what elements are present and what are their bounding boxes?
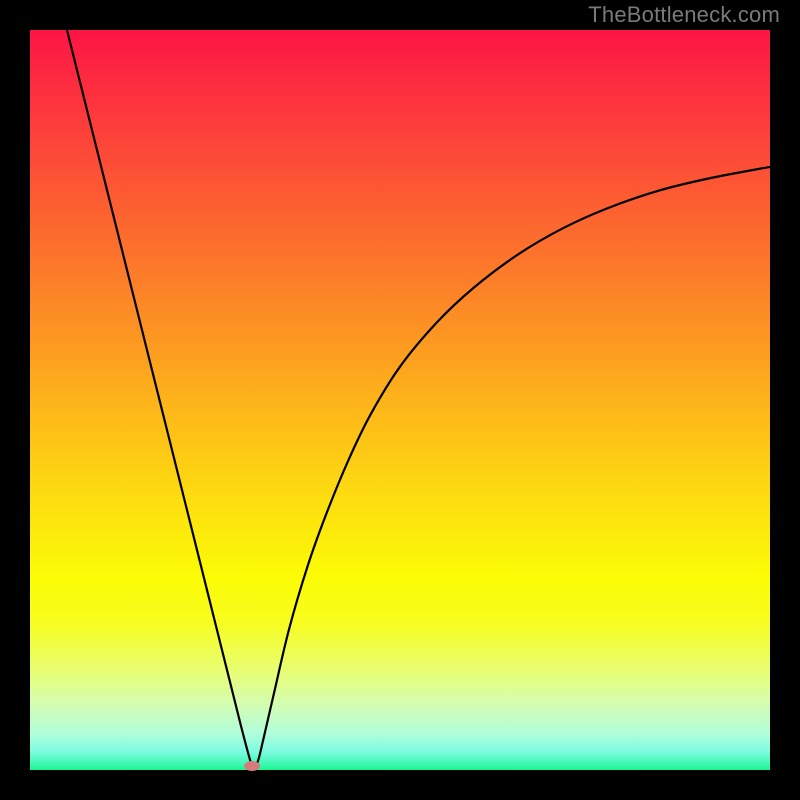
- minimum-marker: [244, 761, 260, 771]
- bottleneck-curve: [30, 30, 770, 770]
- watermark-text: TheBottleneck.com: [588, 2, 780, 28]
- chart-frame: [30, 30, 770, 770]
